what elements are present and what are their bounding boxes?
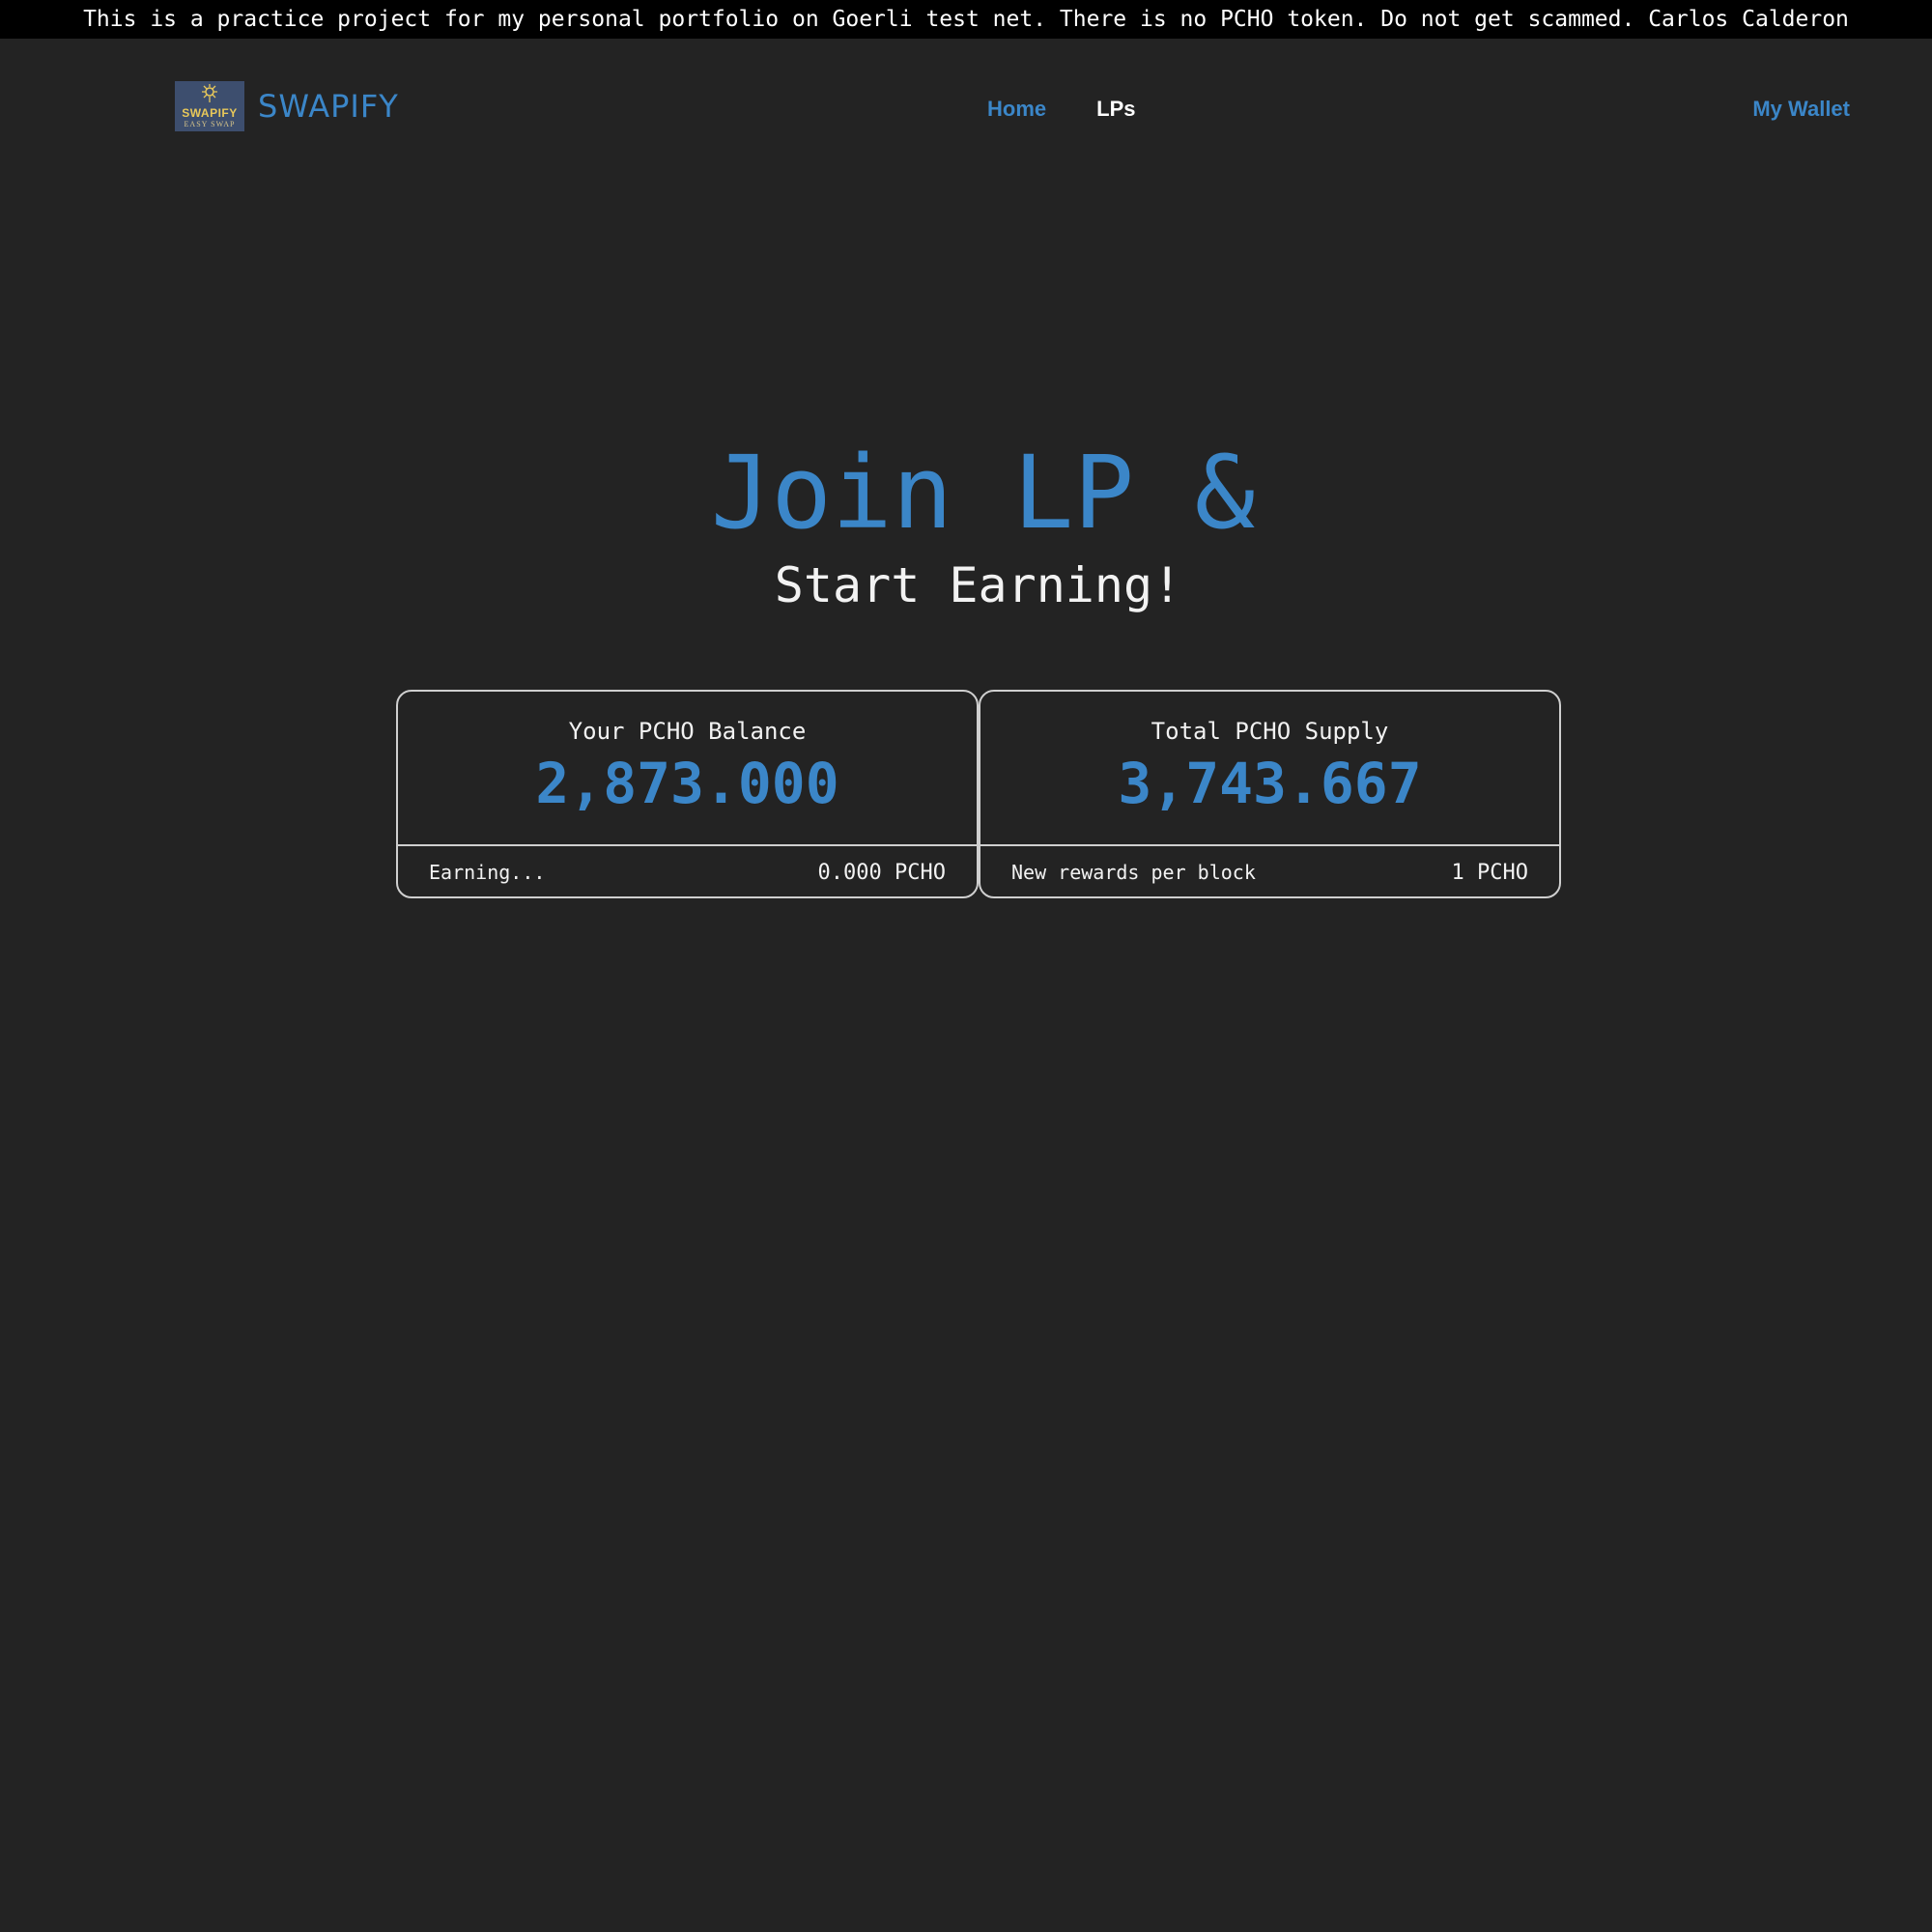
supply-card-header: Total PCHO Supply 3,743.667: [980, 692, 1559, 846]
balance-label: Your PCHO Balance: [568, 718, 807, 745]
logo-tagline: EASY SWAP: [184, 120, 236, 128]
balance-card-header: Your PCHO Balance 2,873.000: [398, 692, 977, 846]
earning-value: 0.000 PCHO: [817, 860, 946, 885]
supply-card: Total PCHO Supply 3,743.667 New rewards …: [979, 690, 1561, 898]
disclaimer-text: This is a practice project for my person…: [83, 7, 1849, 32]
brand-name: SWAPIFY: [258, 88, 399, 125]
brand[interactable]: SWAPIFY EASY SWAP SWAPIFY: [175, 81, 399, 131]
stats-cards: Your PCHO Balance 2,873.000 Earning... 0…: [396, 690, 1561, 898]
nav-links: Home LPs: [987, 97, 1135, 122]
hero-subtitle: Start Earning!: [774, 557, 1182, 613]
earning-label: Earning...: [429, 861, 546, 884]
rewards-per-block-label: New rewards per block: [1011, 861, 1256, 884]
supply-card-footer: New rewards per block 1 PCHO: [980, 846, 1559, 898]
supply-label: Total PCHO Supply: [1151, 718, 1389, 745]
disclaimer-banner: This is a practice project for my person…: [0, 0, 1932, 39]
logo-wordmark: SWAPIFY: [182, 106, 238, 120]
balance-value: 2,873.000: [535, 751, 839, 816]
logo-emblem-icon: [202, 84, 217, 102]
my-wallet-button[interactable]: My Wallet: [1752, 97, 1850, 122]
swapify-logo: SWAPIFY EASY SWAP: [175, 81, 244, 131]
balance-card-footer: Earning... 0.000 PCHO: [398, 846, 977, 898]
hero-title: Join LP &: [710, 434, 1256, 552]
balance-card: Your PCHO Balance 2,873.000 Earning... 0…: [396, 690, 979, 898]
nav-link-home[interactable]: Home: [987, 97, 1046, 122]
rewards-per-block-value: 1 PCHO: [1451, 860, 1528, 885]
supply-value: 3,743.667: [1118, 751, 1422, 816]
nav-link-lps[interactable]: LPs: [1096, 97, 1135, 122]
top-navbar: SWAPIFY EASY SWAP SWAPIFY Home LPs My Wa…: [0, 39, 1932, 182]
